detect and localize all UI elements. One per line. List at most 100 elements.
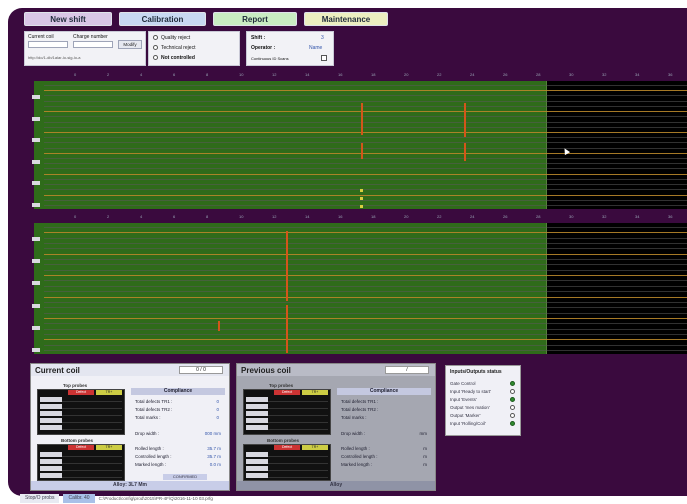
status-led-icon [510, 381, 515, 386]
ruler-tick: 24 [470, 214, 475, 219]
ruler-tick: 14 [305, 214, 310, 219]
grid-row-label [246, 452, 268, 457]
track-line [44, 296, 687, 298]
track-line [44, 121, 687, 123]
ruler-tick: 6 [173, 214, 176, 219]
modify-button[interactable]: Modify [118, 40, 142, 49]
drop-width-label: Drop width : [135, 431, 160, 436]
ruler-tick: 10 [239, 214, 244, 219]
status-item-calibration[interactable]: Calibr. 40 [63, 493, 95, 503]
probe-label [32, 237, 40, 241]
quality-reject-radio[interactable] [153, 35, 158, 40]
status-item-probes[interactable]: Stop/O probs [20, 493, 60, 503]
track-line [44, 126, 687, 128]
report-button[interactable]: Report [213, 12, 297, 26]
total-marks-label: Total marks : [135, 415, 161, 420]
grid-row-label [40, 452, 62, 457]
grid-row [246, 459, 328, 464]
defect-mark [286, 231, 288, 301]
operator-label: Operator : [251, 45, 276, 51]
defect-dot [360, 189, 363, 192]
ruler-tick: 12 [272, 72, 277, 77]
track-line [44, 243, 687, 245]
not-controlled-label: Not controlled [161, 55, 195, 61]
confirmed-button[interactable]: CONFIRMED [163, 474, 207, 480]
grid-row [40, 459, 122, 464]
ruler-tick: 16 [338, 214, 343, 219]
track-line [44, 285, 687, 287]
probe-label [32, 159, 40, 164]
ruler-tick: 30 [569, 72, 574, 77]
current-coil-field[interactable] [28, 41, 68, 48]
drop-width-value: mm [419, 431, 428, 436]
charge-number-field[interactable] [73, 41, 113, 48]
top-nav: New shift Calibration Report Maintenance [24, 12, 388, 28]
shift-value: 3 [321, 35, 324, 41]
continuous-checkbox[interactable] [321, 55, 327, 61]
grid-row-label [40, 404, 62, 409]
maintenance-button[interactable]: Maintenance [304, 12, 388, 26]
bottom-probes-title: Bottom probes [61, 438, 93, 443]
top-plot-ruler: 02468101214161820222426283032343638 [34, 72, 687, 80]
status-led-icon [510, 413, 515, 418]
grid-row [40, 452, 122, 457]
technical-reject-label: Technical reject [161, 45, 196, 51]
status-led-icon [510, 421, 515, 426]
track-line [44, 328, 687, 330]
defect-mark [361, 143, 363, 159]
grid-row [40, 466, 122, 471]
grid-row-label [40, 466, 62, 471]
current-coil-panel: Current coil 0 / 0 Top probes Defect TR+… [30, 363, 230, 491]
new-shift-button[interactable]: New shift [24, 12, 112, 26]
compliance-header: Compliance [131, 388, 225, 395]
not-controlled-radio[interactable] [153, 55, 158, 60]
track-line [44, 269, 687, 271]
calibration-button[interactable]: Calibration [119, 12, 206, 26]
ruler-tick: 18 [371, 214, 376, 219]
app-window: New shift Calibration Report Maintenance… [8, 8, 687, 496]
technical-reject-radio[interactable] [153, 45, 158, 50]
track-line [44, 350, 687, 351]
previous-coil-count: / [385, 366, 429, 374]
track-line [44, 85, 687, 86]
ruler-tick: 2 [107, 214, 110, 219]
grid-row [246, 466, 328, 471]
grid-head-defect: Defect [274, 390, 300, 395]
ruler-tick: 36 [668, 72, 673, 77]
grid-row-label [40, 411, 62, 416]
probe-label [32, 281, 40, 286]
total-marks-value: 0 [216, 415, 219, 420]
track-line [44, 147, 687, 149]
io-row-label: Output 'mes mation' [450, 405, 490, 410]
grid-row [246, 404, 328, 409]
ruler-tick: 18 [371, 72, 376, 77]
probe-label [32, 203, 40, 207]
probe-label [32, 303, 40, 308]
io-row-label: Input 'Events' [450, 397, 477, 402]
ruler-tick: 36 [668, 214, 673, 219]
grid-row-label [246, 459, 268, 464]
track-line [44, 168, 687, 170]
total-defects-tr1-label: Total defects TR1 : [341, 399, 379, 404]
ruler-tick: 22 [437, 72, 442, 77]
grid-row [246, 411, 328, 416]
io-row-label: Input 'Rolling/Coil' [450, 421, 486, 426]
compliance-header: Compliance [337, 388, 431, 395]
bottom-defect-plot [32, 223, 687, 354]
ruler-tick: 14 [305, 72, 310, 77]
grid-row [40, 404, 122, 409]
grid-row-label [40, 418, 62, 423]
track-line [44, 173, 687, 175]
grid-row [246, 473, 328, 478]
track-line [44, 232, 687, 234]
grid-row-label [246, 397, 268, 402]
rolled-length-value: 35.7 m [207, 446, 221, 451]
grid-row [40, 411, 122, 416]
previous-coil-footer: Alloy [237, 481, 435, 490]
track-line [44, 184, 687, 186]
marked-length-value: m [423, 462, 427, 467]
track-line [44, 307, 687, 309]
grid-row-label [40, 425, 62, 430]
grid-row-label [246, 418, 268, 423]
controlled-length-label: Controlled length : [135, 454, 172, 459]
